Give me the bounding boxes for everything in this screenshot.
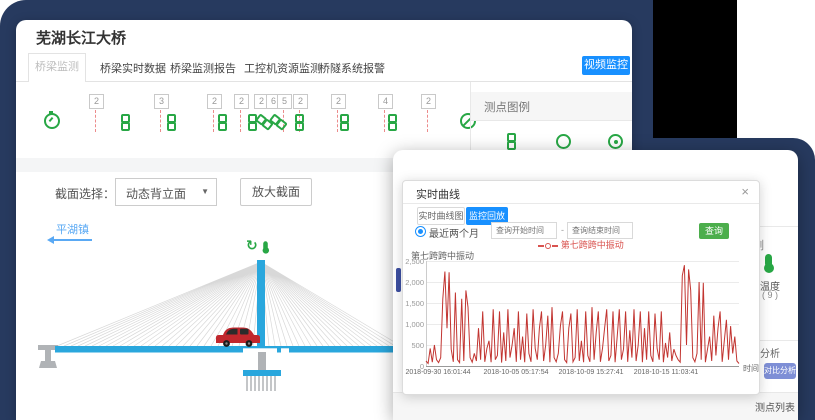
y-tick-label: 2,500 <box>404 257 424 266</box>
y-tick-label: 500 <box>404 341 424 350</box>
range-separator: - <box>561 225 564 235</box>
chain-legend-icon <box>506 133 516 150</box>
x-tick-label: 2018-10-15 11:03:41 <box>634 369 698 376</box>
sensor-dash-line <box>337 110 338 132</box>
background-black-rect <box>653 0 737 138</box>
legend-panel-header: 测点图例 <box>471 92 632 121</box>
stopwatch-icon[interactable] <box>44 113 60 129</box>
zoom-section-button[interactable]: 放大截面 <box>240 178 312 206</box>
chart-plot-area[interactable]: 2018-09-30 16:01:44 2018-10-05 05:17:54 … <box>426 261 739 366</box>
pier-cap <box>243 370 281 376</box>
tilt-sensor-icon[interactable] <box>268 113 288 131</box>
sensor-count-badge: 4 <box>378 94 393 109</box>
deck-joint <box>243 348 277 352</box>
x-tick-label: 2018-10-09 15:27:41 <box>559 369 624 376</box>
query-button[interactable]: 查询 <box>699 223 729 239</box>
sensor-dash-line <box>213 110 214 132</box>
x-tick-label: 2018-10-05 05:17:54 <box>484 369 549 376</box>
sensor-dash-line <box>160 110 161 132</box>
ring-dot-legend-icon <box>608 134 623 149</box>
chain-sensor-icon[interactable] <box>217 114 227 131</box>
legend-series-label: 第七跨跨中振动 <box>561 240 624 250</box>
legend-marker-line <box>552 245 558 247</box>
chain-sensor-icon[interactable] <box>294 114 304 131</box>
legend-panel-title: 测点图例 <box>484 99 530 115</box>
chain-sensor-icon[interactable] <box>166 114 176 131</box>
query-end-time-input[interactable] <box>567 222 633 239</box>
y-tick-label: 1,500 <box>404 299 424 308</box>
video-monitor-button[interactable]: 视频监控 <box>582 56 630 75</box>
dialog-title: 实时曲线 <box>416 186 460 202</box>
query-start-time-input[interactable] <box>491 222 557 239</box>
pier-piles <box>247 376 275 391</box>
chain-sensor-icon[interactable] <box>339 114 349 131</box>
x-axis-title: 时间 <box>743 363 759 374</box>
dialog-header-divider <box>403 203 759 204</box>
tab-ipc-resource-monitoring[interactable]: 工控机资源监测 <box>244 60 321 76</box>
compare-analysis-button[interactable]: 对比分析 <box>764 363 796 379</box>
direction-label: 平湖镇 <box>56 221 89 237</box>
y-tick-label: 2,000 <box>404 278 424 287</box>
x-axis-line <box>426 366 739 367</box>
page-title: 芜湖长江大桥 <box>36 27 126 48</box>
y-tick-label: 1,000 <box>404 320 424 329</box>
sensor-count-badge: 2 <box>293 94 308 109</box>
vibration-chart <box>426 261 739 366</box>
section-select-value: 动态背立面 <box>126 185 186 202</box>
chain-sensor-icon[interactable] <box>387 114 397 131</box>
legend-marker-line <box>538 245 544 247</box>
tab-bridge-monitoring[interactable]: 桥梁监测 <box>28 53 86 82</box>
tab-bridge-realtime-data[interactable]: 桥梁实时数据 <box>100 60 166 76</box>
temperature-icon[interactable] <box>765 254 772 267</box>
radio-last-two-months[interactable] <box>415 226 426 237</box>
point-list-label: 测点列表 <box>755 399 795 414</box>
sensor-count-badge: 3 <box>154 94 169 109</box>
pier-stem <box>258 352 266 370</box>
chain-sensor-icon[interactable] <box>120 114 130 131</box>
tab-bridge-report[interactable]: 桥梁监测报告 <box>170 60 236 76</box>
legend-marker-circle <box>545 243 551 249</box>
sensor-count-badge: 2 <box>207 94 222 109</box>
sensor-dash-line <box>240 110 241 132</box>
screen: 芜湖长江大桥 桥梁监测 桥梁实时数据 桥梁监测报告 工控机资源监测 桥隧系统报警… <box>0 0 815 420</box>
realtime-curve-dialog: 实时曲线 × 实时曲线图 监控回放 最近两个月 - 查询 第七跨跨中振动 第七跨… <box>402 180 760 395</box>
bridge-tower <box>257 260 265 346</box>
sensor-count-badge: 2 <box>234 94 249 109</box>
sensor-count-badge: 5 <box>277 94 292 109</box>
deck-joint <box>281 348 289 352</box>
tab-realtime-curve[interactable]: 实时曲线图 <box>417 207 465 225</box>
sensor-dash-line <box>384 110 385 132</box>
sensor-dash-line <box>427 110 428 132</box>
sensor-count-badge: 2 <box>331 94 346 109</box>
scrollbar-thumb[interactable] <box>396 268 401 292</box>
ring-legend-icon <box>556 134 571 149</box>
vibration-series <box>426 265 739 363</box>
section-select[interactable]: 动态背立面 ▼ <box>115 178 217 206</box>
point-list-bar[interactable]: 测点列表 <box>393 392 798 420</box>
section-select-label: 截面选择： <box>55 185 115 202</box>
tab-bridge-tunnel-alarm[interactable]: 桥隧系统报警 <box>319 60 385 76</box>
x-tick-label: 2018-09-30 16:01:44 <box>406 369 471 376</box>
sensor-dash-line <box>95 110 96 132</box>
bridge-deck <box>55 346 405 353</box>
bridge-schematic <box>30 240 405 420</box>
close-icon[interactable]: × <box>741 184 749 199</box>
sensor-count-badge: 2 <box>89 94 104 109</box>
chevron-down-icon: ▼ <box>201 187 209 196</box>
tab-bar: 桥梁监测 桥梁实时数据 桥梁监测报告 工控机资源监测 桥隧系统报警 <box>16 53 632 82</box>
sensor-count-badge: 2 <box>421 94 436 109</box>
